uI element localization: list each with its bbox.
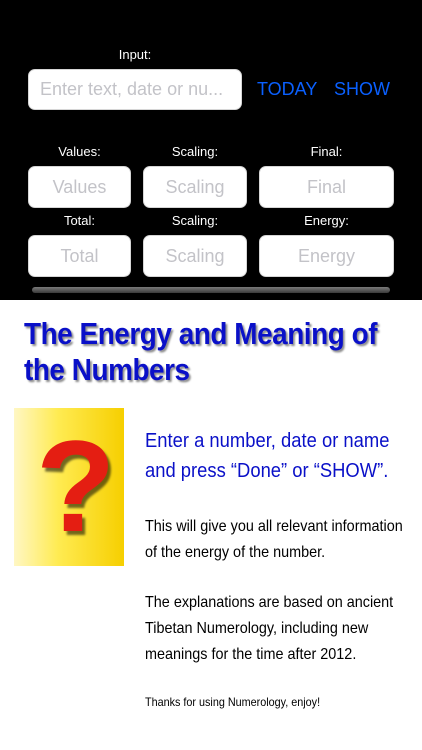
question-mark-icon: ? (36, 413, 116, 559)
final-label: Final: (310, 144, 343, 159)
energy-field[interactable]: Energy (259, 235, 394, 277)
total-field[interactable]: Total (28, 235, 131, 277)
scaling-label-1: Scaling: (171, 144, 219, 159)
total-label: Total: (63, 213, 96, 228)
question-mark-image: ? (14, 408, 124, 566)
calculator-panel: Input: Enter text, date or nu... TODAY S… (0, 0, 422, 300)
page-title: The Energy and Meaning of the Numbers (24, 316, 378, 387)
info-paragraph-2: The explanations are based on ancient Ti… (145, 594, 394, 663)
scaling-label-2: Scaling: (171, 213, 219, 228)
energy-label: Energy: (304, 213, 349, 228)
today-button[interactable]: TODAY (257, 79, 317, 100)
input-label: Input: (118, 47, 152, 62)
values-label: Values: (58, 144, 101, 159)
thanks-text: Thanks for using Numerology, enjoy! (145, 695, 321, 709)
scaling-field-1[interactable]: Scaling (143, 166, 247, 208)
input-field[interactable]: Enter text, date or nu... (28, 69, 242, 110)
lead-text: Enter a number, date or name and press “… (145, 430, 390, 482)
info-paragraph-1: This will give you all relevant informat… (145, 518, 403, 561)
info-content: The Energy and Meaning of the Numbers ? … (0, 300, 422, 750)
show-button[interactable]: SHOW (334, 79, 390, 100)
horizontal-scrollbar[interactable] (32, 287, 390, 293)
scaling-field-2[interactable]: Scaling (143, 235, 247, 277)
values-field[interactable]: Values (28, 166, 131, 208)
final-field[interactable]: Final (259, 166, 394, 208)
